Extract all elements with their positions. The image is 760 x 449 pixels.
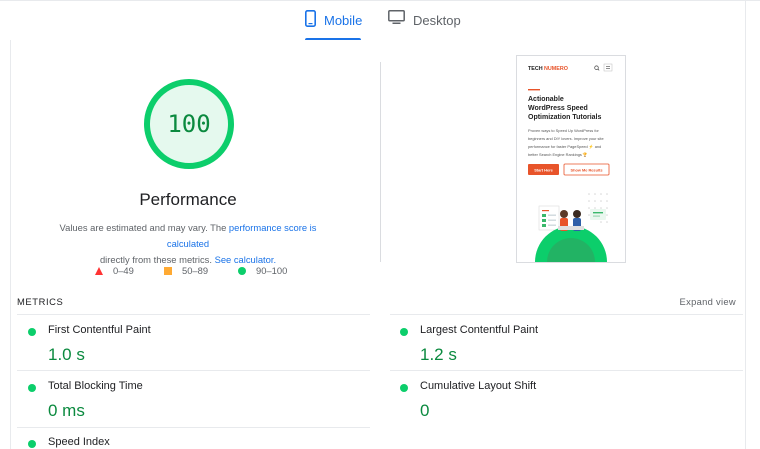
- legend-item-poor: 0–49: [95, 265, 134, 276]
- metric-name: Largest Contentful Paint: [420, 324, 539, 336]
- triangle-icon: [95, 266, 103, 275]
- metric-divider: [17, 427, 370, 428]
- pass-indicator-icon: [400, 384, 408, 392]
- circle-icon: [238, 266, 246, 275]
- active-tab-indicator: [305, 38, 361, 40]
- smartphone-icon: [305, 10, 316, 30]
- device-tabs: Mobile Desktop: [0, 0, 760, 40]
- monitor-icon: [388, 10, 405, 28]
- metric-divider: [17, 314, 370, 315]
- legend-label: 50–89: [182, 265, 209, 276]
- estimate-text-2: directly from these metrics.: [99, 254, 212, 265]
- preview-results-button: Show Me Results: [571, 167, 603, 172]
- metric-name: Cumulative Layout Shift: [420, 380, 537, 392]
- report-right-border: [745, 0, 746, 449]
- metric-value: 1.2 s: [420, 345, 457, 364]
- pass-indicator-icon: [28, 384, 36, 392]
- performance-score: 100: [167, 110, 211, 138]
- pass-indicator-icon: [28, 440, 36, 448]
- metric-value: 0 ms: [48, 401, 85, 420]
- legend-item-good: 90–100: [238, 265, 287, 276]
- section-divider: [380, 62, 381, 262]
- metric-name: Total Blocking Time: [48, 380, 143, 392]
- tab-desktop-label: Desktop: [413, 13, 461, 28]
- performance-title: Performance: [139, 190, 237, 209]
- metric-value: 0: [420, 401, 430, 420]
- square-icon: [164, 266, 172, 275]
- legend-label: 0–49: [113, 265, 134, 276]
- preview-start-button: Start Here: [534, 167, 553, 172]
- screenshot-illustration: TECH NUMERO Actionable WordPress Speed O…: [517, 56, 625, 262]
- tab-mobile-label: Mobile: [324, 13, 363, 28]
- legend-label: 90–100: [256, 265, 288, 276]
- report-left-border: [10, 40, 11, 449]
- pass-indicator-icon: [400, 328, 408, 336]
- metric-name: Speed Index: [48, 436, 110, 448]
- metric-divider: [390, 370, 743, 371]
- legend-item-average: 50–89: [164, 265, 208, 276]
- page-screenshot: TECH NUMERO Actionable WordPress Speed O…: [516, 55, 626, 263]
- estimate-text: Values are estimated and may vary. The: [59, 222, 229, 233]
- expand-view-button[interactable]: Expand view: [680, 296, 736, 307]
- metric-divider: [17, 370, 370, 371]
- site-logo-text-accent: NUMERO: [544, 66, 568, 72]
- pass-indicator-icon: [28, 328, 36, 336]
- tab-desktop[interactable]: Desktop: [388, 10, 461, 40]
- metric-name: First Contentful Paint: [48, 324, 151, 336]
- metrics-heading: METRICS: [17, 296, 64, 307]
- see-calculator-link[interactable]: See calculator.: [215, 254, 277, 265]
- estimate-note: Values are estimated and may vary. The p…: [38, 220, 338, 268]
- metric-divider: [390, 314, 743, 315]
- score-legend: 0–49 50–89 90–100: [0, 265, 380, 279]
- site-logo-text: TECH: [528, 66, 543, 72]
- metric-value: 1.0 s: [48, 345, 85, 364]
- tab-mobile[interactable]: Mobile: [305, 10, 362, 40]
